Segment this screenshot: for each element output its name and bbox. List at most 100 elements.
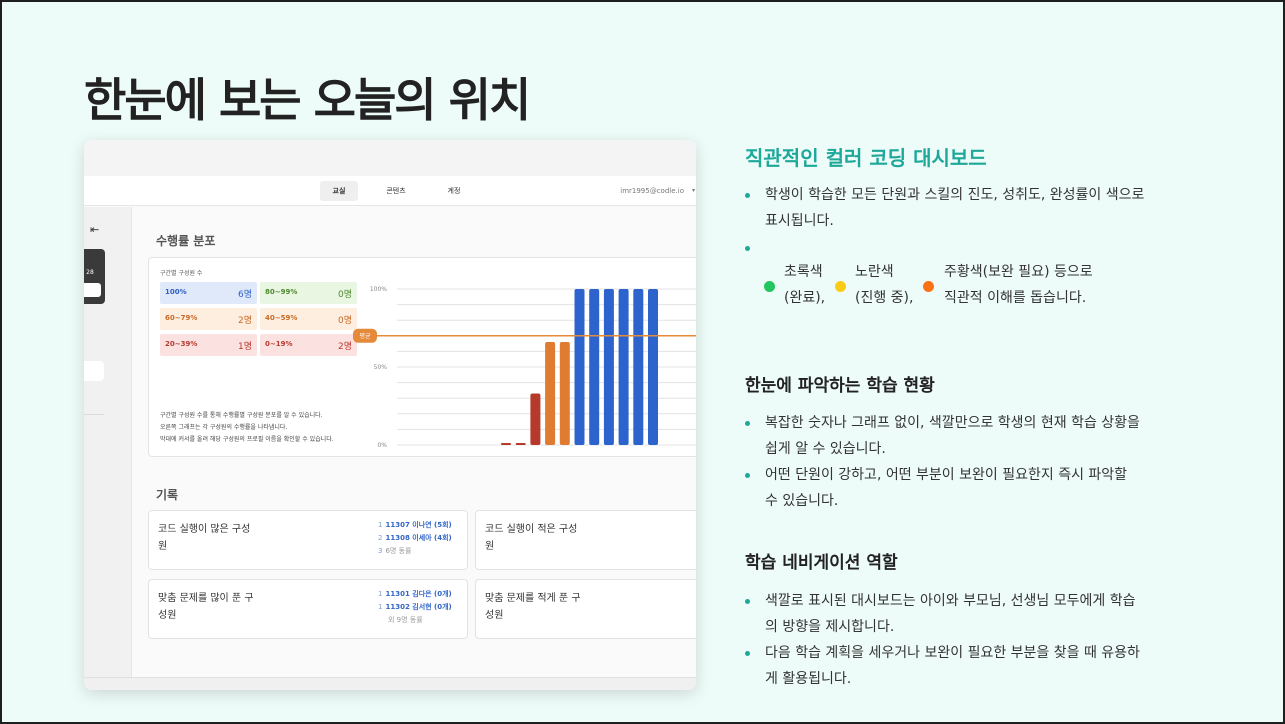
chart-bar [589, 289, 600, 445]
bin-count: 2명 [237, 316, 252, 326]
sidebar-badge-number: 28 [86, 269, 94, 276]
bullet-dot [745, 421, 750, 426]
record-entry: 외 9명 동률 [378, 614, 452, 627]
record-entry[interactable]: 1 11301 김다은 (0개) [378, 588, 452, 601]
bullet-line: 복잡한 숫자나 그래프 없이, 색깔만으로 학생의 현재 학습 상황을 [765, 415, 1140, 431]
bullet-text: 어떤 단원이 강하고, 어떤 부분이 보완이 필요한지 즉시 파악할 수 있습니… [765, 462, 1127, 514]
bin-count: 6명 [237, 290, 252, 300]
bullet-line: 다음 학습 계획을 세우거나 보완이 필요한 부분을 찾을 때 유용하 [765, 645, 1140, 661]
bullet-line: 게 활용됩니다. [765, 671, 852, 687]
bin-range: 20~39% [165, 340, 198, 348]
bullet-line: 쉽게 알 수 있습니다. [765, 441, 886, 457]
record-name: 외 9명 동률 [388, 616, 423, 624]
record-entry[interactable]: 2 11308 이세아 (4회) [378, 532, 452, 545]
legend-line: 주황색(보완 필요) 등으로 [944, 264, 1093, 280]
bullet-dot [745, 599, 750, 604]
record-rank: 1 [378, 603, 383, 611]
description-line: 막대에 커서를 올려 해당 구성원의 프로필 이름을 확인할 수 있습니다. [160, 436, 334, 443]
bullet-dot [745, 246, 750, 251]
bin-count: 0명 [337, 290, 352, 300]
record-list: 1 11301 김다은 (0개) 1 11302 김서현 (0개) 외 9명 동률 [378, 588, 452, 627]
bin-80-99[interactable]: 80~99% 0명 [260, 282, 357, 304]
record-card-most-solved[interactable]: 맞춤 문제를 많이 푼 구성원 1 11301 김다은 (0개) 1 11302 김… [148, 579, 468, 639]
record-name: 11307 이나연 (5회) [385, 521, 452, 529]
bin-count: 1명 [237, 342, 252, 352]
bin-100[interactable]: 100% 6명 [160, 282, 257, 304]
record-card-fewest-solved[interactable]: 맞춤 문제를 적게 푼 구성원 [475, 579, 696, 639]
green-dot-icon [764, 281, 775, 292]
bin-count: 0명 [337, 316, 352, 326]
legend-line: (진행 중), [855, 290, 914, 306]
legend-line: 초록색 [784, 264, 823, 280]
bullet-text: 학생이 학습한 모든 단원과 스킬의 진도, 성취도, 완성률이 색으로 표시됩… [765, 182, 1144, 234]
record-entry: 3 6명 동률 [378, 545, 452, 558]
bullet-text: 다음 학습 계획을 세우거나 보완이 필요한 부분을 찾을 때 유용하 게 활용… [765, 640, 1140, 692]
sidebar-divider [84, 414, 104, 415]
record-rank: 1 [378, 590, 383, 598]
sidebar: ⇤ 28 [84, 207, 132, 677]
top-nav: 교실 콘텐츠 계정 imr1995@codle.io ▾ [84, 176, 696, 206]
chevron-down-icon[interactable]: ▾ [692, 181, 695, 201]
bin-range: 40~59% [265, 314, 298, 322]
bullet-text: 색깔로 표시된 대시보드는 아이와 부모님, 선생님 모두에게 학습 의 방향을… [765, 588, 1135, 640]
bullet-dot [745, 651, 750, 656]
heading-learning-navigation: 학습 네비게이션 역할 [745, 553, 898, 573]
chart-bar [545, 342, 556, 445]
bin-60-79[interactable]: 60~79% 2명 [160, 308, 257, 330]
chart-tick-label: 50% [374, 364, 388, 371]
distribution-panel: 구간별 구성원 수 100% 6명 80~99% 0명 60~79% 2명 40… [148, 257, 696, 457]
record-entry[interactable]: 1 11302 김서현 (0개) [378, 601, 452, 614]
legend-orange: 주황색(보완 필요) 등으로 직관적 이해를 돕습니다. [944, 259, 1093, 311]
collapse-sidebar-icon[interactable]: ⇤ [90, 223, 99, 236]
record-title: 맞춤 문제를 적게 푼 구성원 [485, 593, 581, 621]
chart-bar [648, 289, 658, 445]
tab-account[interactable]: 계정 [436, 181, 472, 201]
bullet-text: 복잡한 숫자나 그래프 없이, 색깔만으로 학생의 현재 학습 상황을 쉽게 알… [765, 410, 1140, 462]
bin-count: 2명 [337, 342, 352, 352]
bullet-line: 의 방향을 제시합니다. [765, 619, 895, 635]
bin-20-39[interactable]: 20~39% 1명 [160, 334, 257, 356]
heading-color-coding: 직관적인 컬러 코딩 대시보드 [745, 146, 987, 170]
bullet-dot [745, 193, 750, 198]
bullet-dot [745, 473, 750, 478]
panel-description: 구간별 구성원 수를 통해 수행률별 구성원 분포를 알 수 있습니다. 오른쪽… [160, 410, 370, 446]
sidebar-white-item[interactable] [84, 361, 104, 381]
record-title: 코드 실행이 적은 구성원 [485, 524, 578, 552]
account-email[interactable]: imr1995@codle.io [620, 181, 684, 201]
record-name: 11301 김다은 (0개) [385, 590, 452, 598]
record-card-fewest-runs[interactable]: 코드 실행이 적은 구성원 [475, 510, 696, 570]
record-list: 1 11307 이나연 (5회) 2 11308 이세아 (4회) 3 6명 동률 [378, 519, 452, 558]
dashboard-screenshot: 교실 콘텐츠 계정 imr1995@codle.io ▾ ⇤ 28 수행률 분포… [84, 140, 696, 690]
chart-bar [574, 289, 585, 445]
chart-bar [559, 342, 570, 445]
bin-range: 0~19% [265, 340, 293, 348]
sidebar-card-button[interactable] [84, 283, 101, 297]
bin-0-19[interactable]: 0~19% 2명 [260, 334, 357, 356]
legend-line: 직관적 이해를 돕습니다. [944, 290, 1087, 306]
orange-dot-icon [923, 281, 934, 292]
panel-subtitle: 구간별 구성원 수 [160, 270, 203, 277]
legend-yellow: 노란색 (진행 중), [855, 259, 913, 311]
chart-svg: 100% 50% 0% 평균 [353, 286, 696, 449]
average-label: 평균 [359, 332, 371, 340]
chart-bar [501, 443, 511, 445]
sidebar-dark-card[interactable]: 28 [84, 249, 105, 304]
bin-40-59[interactable]: 40~59% 0명 [260, 308, 357, 330]
legend-line: (완료), [784, 290, 826, 306]
record-entry[interactable]: 1 11307 이나연 (5회) [378, 519, 452, 532]
yellow-dot-icon [835, 281, 846, 292]
bullet-line: 색깔로 표시된 대시보드는 아이와 부모님, 선생님 모두에게 학습 [765, 593, 1136, 609]
bin-range: 100% [165, 288, 187, 296]
chart-bar [603, 289, 614, 445]
tab-contents[interactable]: 콘텐츠 [376, 181, 416, 201]
distribution-section-title: 수행률 분포 [156, 234, 216, 248]
bin-range: 60~79% [165, 314, 198, 322]
bullet-line: 수 있습니다. [765, 493, 839, 509]
tab-classroom[interactable]: 교실 [320, 181, 358, 201]
legend-green: 초록색 (완료), [784, 259, 825, 311]
legend-line: 노란색 [855, 264, 894, 280]
chart-bar [515, 443, 526, 445]
chart-tick-label: 0% [377, 442, 387, 449]
chart-tick-label: 100% [370, 286, 387, 293]
record-card-most-runs[interactable]: 코드 실행이 많은 구성원 1 11307 이나연 (5회) 2 11308 이세아… [148, 510, 468, 570]
